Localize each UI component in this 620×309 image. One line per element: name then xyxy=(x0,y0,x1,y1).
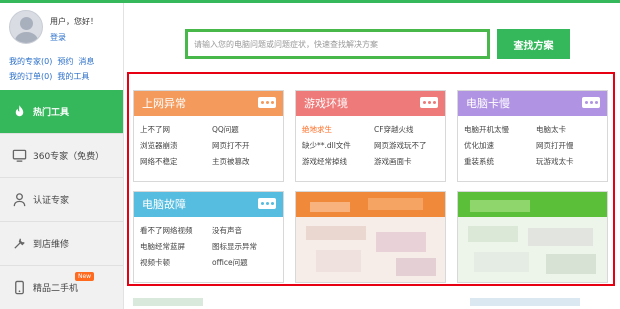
search-box xyxy=(185,29,490,59)
sidebar-item-label: 认证专家 xyxy=(33,196,70,206)
avatar[interactable] xyxy=(9,10,43,44)
card-link[interactable]: 看不了网络视频 xyxy=(140,225,193,236)
card-link[interactable]: 视频卡顿 xyxy=(140,257,170,268)
card-network: 上网异常 上不了网 QQ问题 浏览器崩溃 网页打不开 网络不稳定 主页被篡改 xyxy=(133,90,284,182)
expert-icon xyxy=(12,149,27,162)
card-link[interactable]: 游戏画面卡 xyxy=(374,156,412,167)
sidebar-item-360-expert[interactable]: 360专家（免费） xyxy=(0,134,123,178)
card-header[interactable]: 游戏环境 xyxy=(296,91,445,116)
card-link[interactable]: CF穿越火线 xyxy=(374,124,414,135)
phone-icon xyxy=(15,280,24,295)
search-button[interactable]: 查找方案 xyxy=(497,29,570,59)
card-link[interactable]: 上不了网 xyxy=(140,124,170,135)
card-link[interactable]: 优化加速 xyxy=(464,140,494,151)
card-link[interactable]: office问题 xyxy=(212,257,248,268)
card-link[interactable]: 网页游戏玩不了 xyxy=(374,140,427,151)
card-link-highlight[interactable]: 绝地求生 xyxy=(302,124,332,135)
appointment-link[interactable]: 预约 xyxy=(57,57,73,66)
sidebar-item-label: 热门工具 xyxy=(33,108,70,118)
sidebar: 用户，您好！ 登录 我的专家(0) 预约 消息 我的订单(0) 我的工具 热门工具 3… xyxy=(0,3,124,309)
more-icon[interactable] xyxy=(582,97,600,108)
fire-icon xyxy=(15,104,24,117)
sidebar-item-label: 360专家（免费） xyxy=(33,152,105,162)
card-link[interactable]: 玩游戏太卡 xyxy=(536,156,574,167)
card-header[interactable]: 电脑故障 xyxy=(134,192,283,217)
more-icon[interactable] xyxy=(258,198,276,209)
search-input[interactable] xyxy=(188,32,487,57)
card-pc-fault: 电脑故障 看不了网络视频 没有声音 电脑经常蓝屏 图标显示异常 视频卡顿 off… xyxy=(133,191,284,283)
messages-link[interactable]: 消息 xyxy=(78,57,94,66)
card-gaming: 游戏环境 绝地求生 CF穿越火线 缺少**.dll文件 网页游戏玩不了 游戏经常… xyxy=(295,90,446,182)
card-link[interactable]: 缺少**.dll文件 xyxy=(302,140,351,151)
new-badge: New xyxy=(75,272,95,281)
promo-card-blurred[interactable] xyxy=(295,191,446,283)
user-panel: 用户，您好！ 登录 我的专家(0) 预约 消息 我的订单(0) 我的工具 xyxy=(0,3,123,90)
my-tools-link[interactable]: 我的工具 xyxy=(57,72,89,81)
sidebar-item-used-phones[interactable]: 精品二手机 New xyxy=(0,266,123,309)
sidebar-item-label: 精品二手机 xyxy=(33,284,79,294)
card-link[interactable]: 网页打不开 xyxy=(212,140,250,151)
sidebar-item-hot-tools[interactable]: 热门工具 xyxy=(0,90,123,134)
sidebar-item-certified-experts[interactable]: 认证专家 xyxy=(0,178,123,222)
user-greeting: 用户，您好！ xyxy=(50,17,98,26)
card-title: 游戏环境 xyxy=(304,97,348,110)
user-links-row2: 我的订单(0) 我的工具 xyxy=(9,71,94,82)
card-link[interactable]: 浏览器崩溃 xyxy=(140,140,178,151)
card-link[interactable]: 电脑经常蓝屏 xyxy=(140,241,185,252)
card-title: 电脑卡慢 xyxy=(466,97,510,110)
my-experts-link[interactable]: 我的专家(0) xyxy=(9,57,52,66)
sidebar-item-label: 到店维修 xyxy=(33,240,70,250)
card-link[interactable]: 主页被篡改 xyxy=(212,156,250,167)
card-link[interactable]: 网络不稳定 xyxy=(140,156,178,167)
repair-icon xyxy=(14,238,25,249)
card-header[interactable]: 上网异常 xyxy=(134,91,283,116)
my-orders-link[interactable]: 我的订单(0) xyxy=(9,72,52,81)
card-title: 电脑故障 xyxy=(142,198,186,211)
card-slow-pc: 电脑卡慢 电脑开机太慢 电脑太卡 优化加速 网页打开慢 重装系统 玩游戏太卡 xyxy=(457,90,608,182)
card-link[interactable]: 图标显示异常 xyxy=(212,241,257,252)
page: 用户，您好！ 登录 我的专家(0) 预约 消息 我的订单(0) 我的工具 热门工具 3… xyxy=(0,0,620,309)
card-link[interactable]: 电脑开机太慢 xyxy=(464,124,509,135)
card-link[interactable]: 重装系统 xyxy=(464,156,494,167)
login-link[interactable]: 登录 xyxy=(50,32,66,43)
person-icon xyxy=(13,193,26,207)
card-link[interactable]: 没有声音 xyxy=(212,225,242,236)
card-link[interactable]: 游戏经常掉线 xyxy=(302,156,347,167)
promo-card-blurred[interactable] xyxy=(457,191,608,283)
footer-blurred xyxy=(470,298,580,306)
card-header[interactable]: 电脑卡慢 xyxy=(458,91,607,116)
card-link[interactable]: QQ问题 xyxy=(212,124,239,135)
sidebar-item-store-repair[interactable]: 到店维修 xyxy=(0,222,123,266)
footer-blurred xyxy=(133,298,203,306)
card-title: 上网异常 xyxy=(142,97,186,110)
more-icon[interactable] xyxy=(420,97,438,108)
user-links-row1: 我的专家(0) 预约 消息 xyxy=(9,56,99,67)
card-link[interactable]: 网页打开慢 xyxy=(536,140,574,151)
more-icon[interactable] xyxy=(258,97,276,108)
card-link[interactable]: 电脑太卡 xyxy=(536,124,566,135)
